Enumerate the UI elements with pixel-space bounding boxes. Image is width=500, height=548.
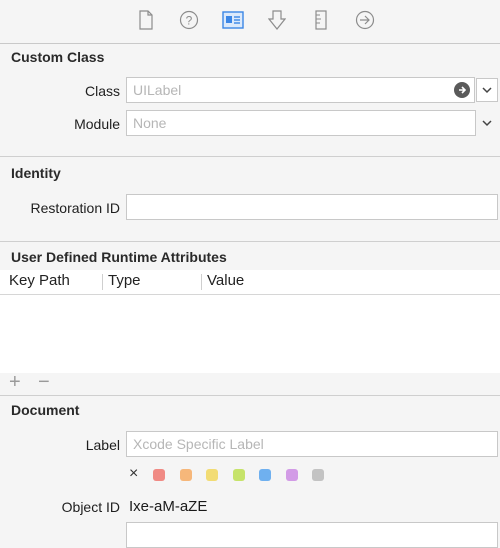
goto-class-icon[interactable] [454, 82, 470, 98]
column-separator [102, 274, 103, 290]
module-label: Module [74, 116, 120, 132]
color-swatch-gray[interactable] [312, 469, 324, 481]
section-divider [0, 156, 500, 157]
custom-class-header: Custom Class [11, 49, 105, 65]
color-swatch-red[interactable] [153, 469, 165, 481]
add-attribute-button[interactable]: + [9, 372, 21, 392]
module-field[interactable]: None [126, 110, 476, 136]
size-inspector-icon[interactable] [310, 9, 332, 31]
document-header: Document [11, 402, 80, 418]
clear-color-button[interactable]: × [129, 465, 138, 483]
runtime-attributes-header: User Defined Runtime Attributes [11, 249, 227, 265]
remove-attribute-button[interactable]: − [38, 372, 50, 392]
column-value[interactable]: Value [207, 272, 244, 289]
lock-field[interactable] [126, 522, 498, 548]
svg-text:?: ? [186, 14, 193, 28]
color-swatch-yellow[interactable] [206, 469, 218, 481]
chevron-down-icon [482, 87, 492, 94]
module-value: None [133, 115, 167, 131]
connections-inspector-icon[interactable] [354, 9, 376, 31]
file-inspector-icon[interactable] [135, 9, 157, 31]
module-dropdown-button[interactable] [476, 111, 498, 135]
section-divider [0, 395, 500, 396]
column-separator [201, 274, 202, 290]
restoration-id-field[interactable] [126, 194, 498, 220]
runtime-attributes-table-header: Key Path Type Value [0, 270, 500, 295]
object-id-value: Ixe-aM-aZE [129, 498, 208, 515]
restoration-id-label: Restoration ID [30, 200, 120, 216]
class-dropdown-button[interactable] [476, 78, 498, 102]
attributes-inspector-icon[interactable] [266, 9, 288, 31]
color-swatch-green[interactable] [233, 469, 245, 481]
section-divider [0, 241, 500, 242]
runtime-attributes-table[interactable] [0, 295, 500, 373]
class-value: UILabel [133, 82, 182, 98]
color-swatch-orange[interactable] [180, 469, 192, 481]
document-label-label: Label [85, 437, 120, 453]
class-field[interactable]: UILabel [126, 77, 475, 103]
inspector-toolbar: ? [0, 0, 500, 44]
object-id-label: Object ID [61, 499, 120, 515]
document-label-field[interactable]: Xcode Specific Label [126, 431, 498, 457]
class-label: Class [84, 83, 120, 99]
identity-inspector-icon[interactable] [222, 9, 244, 31]
column-key-path[interactable]: Key Path [9, 272, 70, 289]
color-swatch-blue[interactable] [259, 469, 271, 481]
column-type[interactable]: Type [108, 272, 141, 289]
document-label-placeholder: Xcode Specific Label [133, 436, 264, 452]
identity-header: Identity [11, 165, 61, 181]
chevron-down-icon [482, 120, 492, 127]
quick-help-icon[interactable]: ? [178, 9, 200, 31]
color-swatch-purple[interactable] [286, 469, 298, 481]
